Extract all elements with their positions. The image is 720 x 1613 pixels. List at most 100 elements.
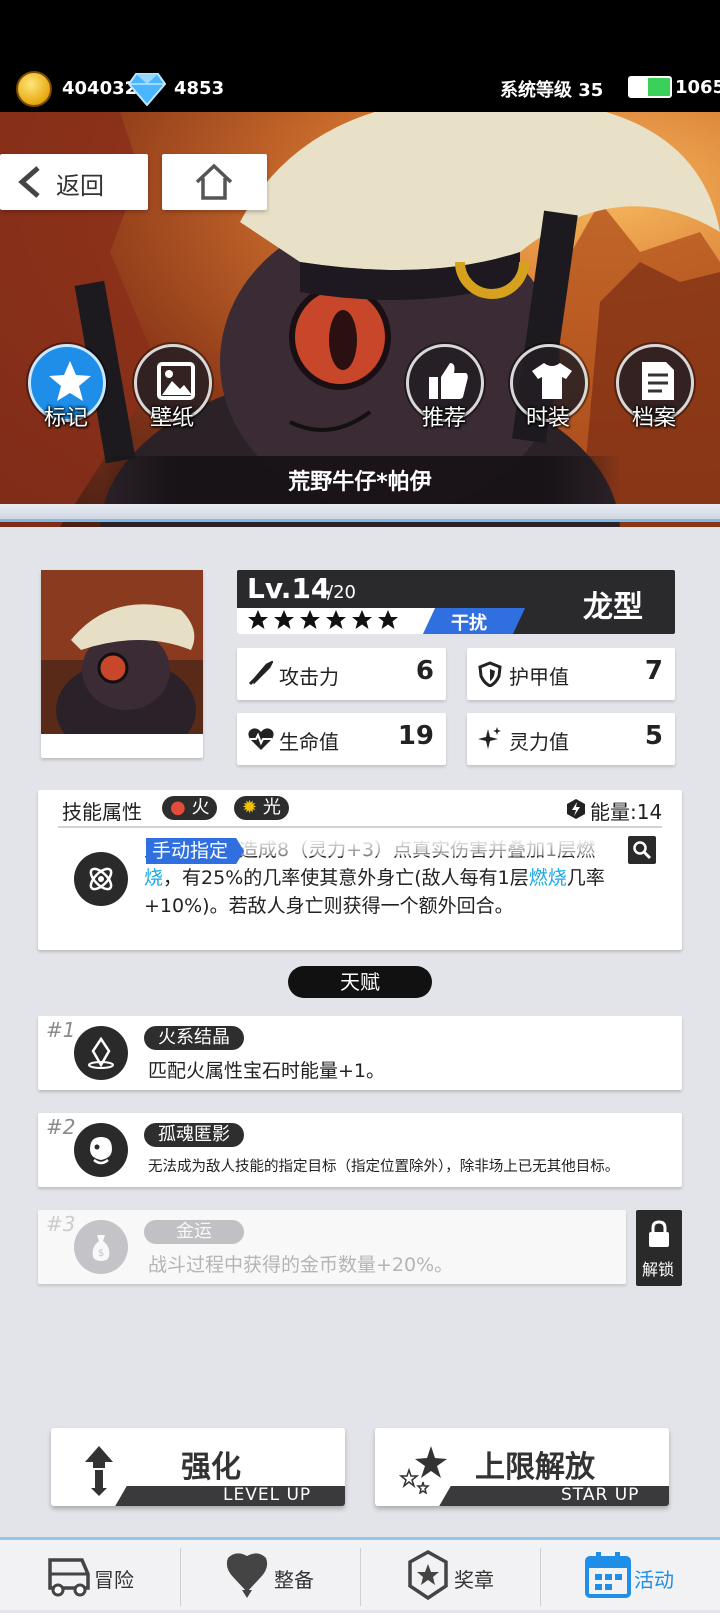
nav-adventure-label: 冒险 — [94, 1568, 134, 1592]
character-portrait-card[interactable] — [41, 570, 203, 758]
skill-desc-line2-text: ，有25%的几率使其意外身亡(敌人每有1层 — [163, 867, 529, 889]
nav-medal[interactable]: 奖章 — [360, 1540, 540, 1613]
talent-card-1[interactable]: #1 火系结晶 匹配火属性宝石时能量+1。 — [38, 1016, 682, 1090]
sparkle-icon — [478, 727, 501, 749]
calendar-icon — [585, 1552, 631, 1598]
talent-header: 天赋 — [288, 966, 432, 998]
mark-label: 标记 — [43, 406, 88, 431]
back-label: 返回 — [56, 172, 104, 200]
talent-name-1: 火系结晶 — [144, 1026, 244, 1050]
level-up-sub: LEVEL UP — [223, 1485, 312, 1505]
coin-count: 404032 — [62, 78, 138, 99]
star-rating — [247, 609, 399, 633]
keyword-burn: 烧 — [144, 867, 164, 889]
medal-icon — [408, 1550, 448, 1600]
skill-desc-line2: 烧，有25%的几率使其意外身亡(敌人每有1层燃烧几率 — [144, 864, 670, 892]
nav-medal-label: 奖章 — [454, 1568, 494, 1592]
talent-card-2[interactable]: #2 孤魂匿影 无法成为敌人技能的指定目标（指定位置除外），除非场上已无其他目标… — [38, 1113, 682, 1187]
thumbs-up-icon — [429, 363, 468, 399]
skill-icon — [74, 852, 128, 906]
element-fire-label: 火 — [191, 797, 210, 818]
nav-prepare[interactable]: 整备 — [180, 1540, 360, 1613]
spirit-value: 5 — [644, 721, 663, 751]
level-max: /20 — [327, 582, 356, 603]
gem-icon — [128, 73, 166, 106]
star-up-sub: STAR UP — [561, 1485, 640, 1505]
character-name: 荒野牛仔*帕伊 — [288, 470, 432, 495]
wallpaper-label: 壁纸 — [149, 406, 194, 431]
recommend-label: 推荐 — [421, 406, 466, 431]
attack-label: 攻击力 — [279, 665, 339, 689]
talent-header-label: 天赋 — [340, 970, 380, 994]
sword-icon — [248, 661, 273, 686]
skill-card: 技能属性 ● 火 ✹ 光 能量:14 对一名敌人造成8（灵力+3）点真实伤害并叠… — [38, 790, 682, 950]
level-panel: Lv.14 /20 干扰 龙型 — [237, 570, 675, 634]
back-button[interactable]: 返回 — [0, 154, 148, 210]
stars-icon — [398, 1446, 447, 1494]
element-light: ✹ 光 — [234, 796, 289, 820]
keyword-burn-2: 燃烧 — [528, 867, 567, 889]
star-icon — [326, 610, 346, 629]
spirit-stat: 灵力值 5 — [467, 713, 675, 765]
profile-label: 档案 — [631, 406, 676, 431]
level-up-button[interactable]: 强化 LEVEL UP — [51, 1428, 345, 1506]
star-up-label: 上限解放 — [475, 1450, 595, 1485]
status-bar: 404032 4853 系统等级 35 1065 — [0, 0, 720, 112]
nav-prepare-label: 整备 — [274, 1568, 314, 1592]
hero-bottom-frame — [0, 504, 720, 522]
level-up-label: 强化 — [181, 1450, 241, 1485]
hp-value: 19 — [397, 721, 434, 751]
armor-value: 7 — [644, 656, 663, 686]
manual-target-label: 手动指定 — [152, 840, 229, 862]
character-hero-banner: 返回 标记 壁纸 推荐 时装 档案 荒野牛仔*帕伊 — [0, 112, 720, 527]
shield-icon — [478, 661, 502, 687]
element-fire: ● 火 — [162, 796, 218, 820]
shirt-icon — [532, 363, 572, 399]
gem-count: 4853 — [174, 78, 225, 99]
star-icon — [300, 610, 320, 629]
talent-number: #1 — [46, 1018, 76, 1042]
zoom-button[interactable] — [628, 836, 656, 864]
coin-icon — [16, 71, 52, 107]
energy-value: 能量:14 — [590, 800, 663, 824]
bottom-nav: 冒险 整备 奖章 活动 — [0, 1537, 720, 1610]
talent-card-3[interactable]: #3 $ 金运 战斗过程中获得的金币数量+20%。 — [38, 1210, 626, 1284]
heart-pulse-icon — [248, 728, 274, 750]
star-up-button[interactable]: 上限解放 STAR UP — [375, 1428, 669, 1506]
home-button[interactable] — [162, 154, 267, 210]
armor-label: 护甲值 — [509, 665, 569, 689]
ghost-icon — [90, 1137, 112, 1165]
nav-event[interactable]: 活动 — [540, 1540, 720, 1613]
star-icon — [274, 610, 294, 629]
talent-desc-3: 战斗过程中获得的金币数量+20%。 — [148, 1254, 454, 1276]
nav-event-label: 活动 — [634, 1568, 674, 1592]
talent-name-3: 金运 — [144, 1220, 244, 1244]
hp-label: 生命值 — [279, 730, 339, 754]
talent-desc-1: 匹配火属性宝石时能量+1。 — [148, 1060, 386, 1082]
skill-desc-line3: +10%)。若敌人身亡则获得一个额外回合。 — [144, 895, 514, 917]
unlock-button[interactable]: 解锁 — [636, 1210, 682, 1286]
skill-header: 技能属性 — [62, 800, 142, 824]
skill-desc-line2-end: 几率 — [566, 867, 605, 889]
lock-icon — [649, 1220, 669, 1247]
home-icon — [195, 163, 233, 200]
level-value: Lv.14 — [247, 572, 331, 605]
attack-stat: 攻击力 6 — [237, 648, 446, 700]
talent-desc-2: 无法成为敌人技能的指定目标（指定位置除外），除非场上已无其他目标。 — [148, 1159, 620, 1175]
svg-text:$: $ — [98, 1248, 104, 1259]
outfit-label: 时装 — [525, 406, 570, 431]
star-icon — [49, 361, 91, 401]
unlock-label: 解锁 — [642, 1260, 675, 1279]
talent-number: #3 — [46, 1212, 76, 1236]
talent-icon-2 — [74, 1123, 128, 1177]
nav-adventure[interactable]: 冒险 — [0, 1540, 180, 1613]
star-icon — [352, 610, 372, 629]
talent-name-2: 孤魂匿影 — [144, 1123, 244, 1147]
heart-shield-icon — [226, 1553, 268, 1598]
star-icon — [378, 610, 398, 629]
spirit-label: 灵力值 — [509, 730, 569, 754]
energy-icon — [567, 799, 585, 819]
truck-icon — [48, 1558, 90, 1597]
battery-icon — [628, 76, 672, 98]
role-label: 干扰 — [451, 613, 487, 634]
